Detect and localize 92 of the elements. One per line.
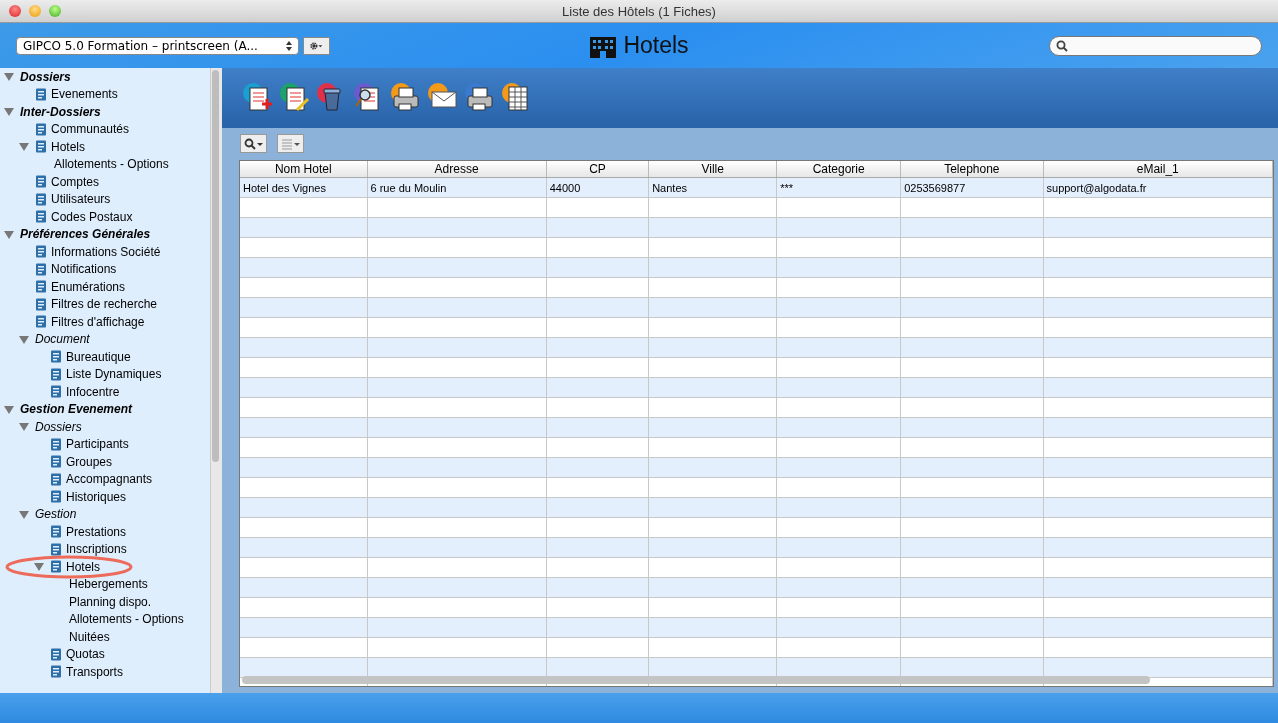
sidebar-item[interactable]: Planning dispo.: [69, 594, 152, 609]
column-header[interactable]: Categorie: [776, 161, 901, 178]
close-button[interactable]: [9, 5, 21, 17]
gear-icon: [310, 39, 323, 52]
section-label[interactable]: Dossiers: [20, 69, 71, 84]
document-icon: [35, 175, 47, 189]
document-icon: [35, 122, 47, 136]
expanded-triangle-icon[interactable]: [4, 229, 14, 239]
sidebar-item[interactable]: Liste Dynamiques: [66, 367, 162, 382]
expanded-triangle-icon[interactable]: [4, 404, 14, 414]
sidebar-item[interactable]: Filtres d'affichage: [51, 314, 145, 329]
document-icon: [35, 87, 47, 101]
document-icon: [50, 525, 62, 539]
scrollbar-thumb[interactable]: [212, 70, 219, 462]
sidebar-item[interactable]: Filtres de recherche: [51, 297, 158, 312]
sidebar-item[interactable]: Bureautique: [66, 349, 131, 364]
add-document-icon[interactable]: [242, 82, 274, 114]
sidebar-item[interactable]: Hotels: [66, 559, 100, 574]
sidebar-item[interactable]: Evenements: [51, 87, 118, 102]
document-icon: [50, 367, 62, 381]
sidebar-item[interactable]: Enumérations: [51, 279, 126, 294]
stepper-icon: [286, 40, 292, 51]
expanded-triangle-icon[interactable]: [19, 422, 29, 432]
column-header[interactable]: Nom Hotel: [240, 161, 367, 178]
document-icon: [50, 385, 62, 399]
database-select[interactable]: GIPCO 5.0 Formation – printscreen (A...: [16, 36, 299, 55]
document-icon: [35, 280, 47, 294]
sidebar-item[interactable]: Communautés: [51, 122, 130, 137]
sidebar-item[interactable]: Participants: [66, 437, 129, 452]
section-label[interactable]: Gestion Evenement: [20, 402, 133, 417]
expanded-triangle-icon[interactable]: [34, 562, 44, 572]
group-label[interactable]: Document: [35, 332, 90, 347]
document-icon: [50, 647, 62, 661]
document-icon: [35, 245, 47, 259]
column-header[interactable]: Telephone: [900, 161, 1043, 178]
page-title: Hotels: [623, 32, 689, 59]
sidebar-item[interactable]: Groupes: [66, 454, 113, 469]
document-icon: [50, 542, 62, 556]
column-header[interactable]: CP: [546, 161, 649, 178]
sidebar-item[interactable]: Historiques: [66, 489, 127, 504]
document-icon: [35, 315, 47, 329]
gear-menu-button[interactable]: [303, 36, 330, 55]
sidebar-item[interactable]: Codes Postaux: [51, 209, 133, 224]
section-label[interactable]: Inter-Dossiers: [20, 104, 101, 119]
column-header[interactable]: Adresse: [367, 161, 547, 178]
edit-document-icon[interactable]: [279, 82, 311, 114]
document-icon: [35, 210, 47, 224]
scrollbar-thumb[interactable]: [242, 676, 1150, 684]
list-menu-button[interactable]: [277, 134, 304, 153]
search-menu-button[interactable]: [240, 134, 267, 153]
column-header[interactable]: eMail_1: [1043, 161, 1273, 178]
table-cell: Hotel des Vignes: [240, 177, 367, 198]
group-label[interactable]: Gestion: [35, 507, 77, 522]
sidebar-item[interactable]: Allotements - Options: [69, 612, 184, 627]
document-icon: [35, 297, 47, 311]
window-title: Liste des Hôtels (1 Fiches): [562, 3, 716, 19]
document-icon: [50, 350, 62, 364]
expanded-triangle-icon[interactable]: [4, 72, 14, 82]
section-label[interactable]: Préférences Générales: [20, 227, 151, 242]
document-icon: [50, 437, 62, 451]
sidebar-item[interactable]: Utilisateurs: [51, 192, 111, 207]
expanded-triangle-icon[interactable]: [19, 142, 29, 152]
search-icon: [1056, 39, 1068, 52]
sidebar-item[interactable]: Notifications: [51, 262, 117, 277]
sidebar-item[interactable]: Informations Société: [51, 244, 161, 259]
document-icon: [50, 665, 62, 679]
document-icon: [50, 455, 62, 469]
printer-icon[interactable]: [390, 82, 422, 114]
expanded-triangle-icon[interactable]: [19, 334, 29, 344]
sidebar-item[interactable]: Infocentre: [66, 384, 120, 399]
printer-icon[interactable]: [464, 82, 496, 114]
document-icon: [35, 192, 47, 206]
expanded-triangle-icon[interactable]: [19, 509, 29, 519]
document-icon: [50, 472, 62, 486]
sidebar-item[interactable]: Nuitées: [69, 629, 110, 644]
group-label[interactable]: Dossiers: [35, 419, 82, 434]
sidebar-item[interactable]: Prestations: [66, 524, 127, 539]
sidebar-item[interactable]: Inscriptions: [66, 542, 127, 557]
expanded-triangle-icon[interactable]: [4, 107, 14, 117]
sidebar-item[interactable]: Allotements - Options: [54, 157, 169, 172]
sidebar-item[interactable]: Hebergements: [69, 577, 148, 592]
document-icon: [35, 140, 47, 154]
sidebar-item[interactable]: Transports: [66, 664, 123, 679]
document-icon: [35, 262, 47, 276]
sidebar-item[interactable]: Accompagnants: [66, 472, 153, 487]
search-field[interactable]: [1049, 35, 1262, 56]
sidebar-item[interactable]: Comptes: [51, 174, 100, 189]
column-header[interactable]: Ville: [648, 161, 777, 178]
document-icon: [50, 490, 62, 504]
document-icon: [50, 560, 62, 574]
sidebar-item[interactable]: Quotas: [66, 647, 105, 662]
sidebar-item[interactable]: Hotels: [51, 139, 85, 154]
